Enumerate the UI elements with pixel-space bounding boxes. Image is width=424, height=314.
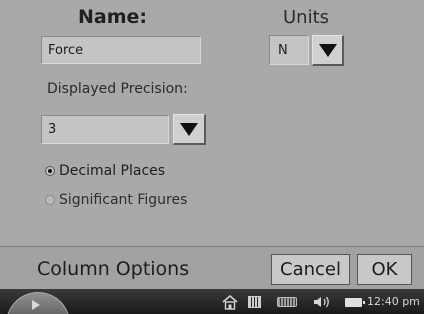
taskbar: 12:40 pm (0, 289, 424, 314)
units-value: N (278, 42, 288, 58)
name-value: Force (48, 42, 84, 58)
units-select[interactable]: N (269, 35, 309, 65)
chevron-down-icon (318, 43, 337, 57)
precision-dropdown-button[interactable] (173, 114, 206, 145)
precision-label: Displayed Precision: (47, 81, 188, 97)
units-label: Units (283, 7, 330, 28)
ok-button[interactable]: OK (357, 254, 412, 285)
home-icon[interactable] (222, 293, 238, 311)
play-icon (32, 300, 40, 310)
chevron-down-icon (180, 122, 198, 136)
column-options-panel: Name: Units Force N Displayed Precision:… (0, 0, 424, 246)
radio-unselected-icon[interactable] (45, 195, 55, 205)
column-options-screen: Name: Units Force N Displayed Precision:… (0, 0, 424, 314)
volume-icon[interactable] (312, 293, 332, 311)
name-label: Name: (78, 6, 148, 28)
battery-icon[interactable] (343, 293, 365, 311)
precision-value: 3 (48, 122, 57, 137)
radio-selected-icon[interactable] (45, 166, 55, 176)
clock: 12:40 pm (367, 295, 420, 308)
units-dropdown-button[interactable] (312, 35, 344, 66)
dialog-title: Column Options (37, 258, 190, 280)
decimal-places-option[interactable]: Decimal Places (45, 163, 165, 179)
significant-figures-option[interactable]: Significant Figures (45, 192, 187, 208)
keyboard-icon[interactable] (276, 293, 298, 311)
cancel-button[interactable]: Cancel (271, 254, 350, 285)
grid-icon[interactable] (246, 293, 262, 311)
decimal-places-label: Decimal Places (59, 163, 166, 179)
significant-figures-label: Significant Figures (59, 192, 188, 208)
name-field[interactable]: Force (41, 36, 201, 64)
start-button[interactable] (6, 292, 70, 314)
dialog-footer: Column Options Cancel OK (0, 246, 424, 289)
precision-select[interactable]: 3 (41, 115, 169, 144)
